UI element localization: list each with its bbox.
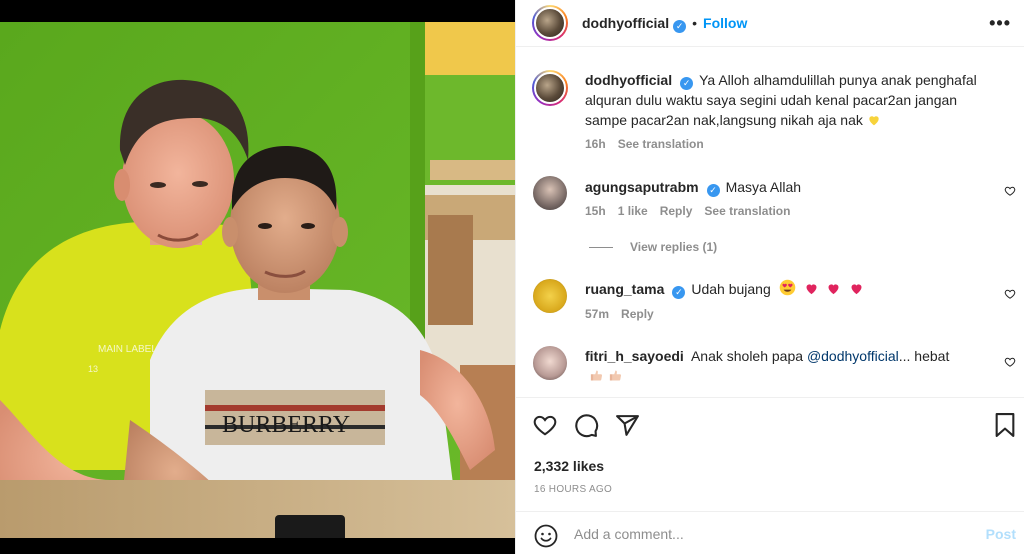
shirt-text-main-label: MAIN LABEL xyxy=(98,344,157,355)
comment-time[interactable]: 15h xyxy=(585,204,606,218)
comment-icon[interactable] xyxy=(574,413,599,438)
post-comment-button[interactable]: Post xyxy=(986,526,1016,542)
comment-meta: 57m Reply xyxy=(585,307,666,321)
caption-text: dodhyofficial ✓ Ya Alloh alhamdulillah pun… xyxy=(585,70,995,130)
caption-time[interactable]: 16h xyxy=(585,137,606,151)
post-header: dodhyofficial ✓ • Follow ••• xyxy=(516,0,1024,47)
like-comment-heart-icon[interactable] xyxy=(1004,356,1016,368)
comment-username[interactable]: ruang_tama xyxy=(585,281,664,297)
red-heart-emoji-icon xyxy=(806,284,817,295)
post-panel: dodhyofficial ✓ • Follow ••• dodhyofficial ✓… xyxy=(515,0,1024,554)
comment-avatar[interactable] xyxy=(533,176,567,210)
comment-likes[interactable]: 1 like xyxy=(618,204,648,218)
author-avatar[interactable] xyxy=(532,5,568,41)
view-replies-line xyxy=(589,246,613,248)
caption-avatar[interactable] xyxy=(532,70,568,106)
see-translation-link[interactable]: See translation xyxy=(618,137,704,151)
yellow-heart-icon xyxy=(869,116,879,126)
reply-button[interactable]: Reply xyxy=(660,204,693,218)
verified-badge-icon: ✓ xyxy=(706,184,720,197)
more-options-icon[interactable]: ••• xyxy=(989,13,1011,34)
verified-badge-icon: ✓ xyxy=(673,20,687,33)
comment-body: Masya Allah xyxy=(725,179,802,195)
follow-button[interactable]: Follow xyxy=(703,15,747,31)
red-heart-emoji-icon xyxy=(851,284,862,295)
comment-avatar[interactable] xyxy=(533,279,567,313)
view-replies-button[interactable]: View replies (1) xyxy=(589,240,717,254)
heart-eyes-emoji-icon xyxy=(779,279,795,296)
post-image: MAIN LABEL 13 BURBERRY xyxy=(0,0,515,554)
separator-dot: • xyxy=(692,15,698,31)
comment-text: ruang_tama ✓ Udah bujang xyxy=(585,279,864,299)
likes-count[interactable]: 2,332 likes xyxy=(534,458,604,474)
caption-username[interactable]: dodhyofficial xyxy=(585,72,672,88)
emoji-picker-icon[interactable] xyxy=(534,524,558,548)
post-photo[interactable]: MAIN LABEL 13 BURBERRY xyxy=(0,0,515,554)
comment-username[interactable]: fitri_h_sayoedi xyxy=(585,348,684,364)
like-comment-heart-icon[interactable] xyxy=(1004,288,1016,300)
shirt-text-brand: BURBERRY xyxy=(222,412,350,438)
mention-link[interactable]: @dodhyofficial xyxy=(807,348,899,364)
comment-meta: 15h 1 like Reply See translation xyxy=(585,204,802,218)
header-author-line: dodhyofficial ✓ • Follow xyxy=(582,15,747,33)
comment-input[interactable]: Add a comment... xyxy=(574,526,684,542)
post-time[interactable]: 16 HOURS AGO xyxy=(534,484,612,495)
see-translation-link[interactable]: See translation xyxy=(704,204,790,218)
like-comment-heart-icon[interactable] xyxy=(1004,185,1016,197)
shirt-text-number: 13 xyxy=(88,364,98,374)
comment-text: agungsaputrabm ✓ Masya Allah xyxy=(585,177,801,197)
caption-meta: 16h See translation xyxy=(585,137,716,151)
thumbs-up-emoji-icon xyxy=(609,370,621,381)
like-heart-icon[interactable] xyxy=(532,412,558,438)
comment-body: Anak sholeh papa xyxy=(690,348,804,364)
verified-badge-icon: ✓ xyxy=(680,77,694,90)
reply-button[interactable]: Reply xyxy=(621,307,654,321)
comment-body: Udah bujang xyxy=(691,281,771,297)
add-comment-bar: Add a comment... Post xyxy=(516,511,1024,554)
comment-avatar[interactable] xyxy=(533,346,567,380)
post-actions: 2,332 likes 16 HOURS AGO Add a comment..… xyxy=(516,397,1024,554)
comment-body-after: ... hebat xyxy=(898,348,950,364)
view-replies-label: View replies (1) xyxy=(630,240,718,254)
comment-text: fitri_h_sayoedi Anak sholeh papa @dodhyo… xyxy=(585,346,965,386)
red-heart-emoji-icon xyxy=(828,284,839,295)
thumbs-up-emoji-icon xyxy=(590,370,603,381)
author-username[interactable]: dodhyofficial xyxy=(582,15,669,31)
comment-username[interactable]: agungsaputrabm xyxy=(585,179,699,195)
comment-time[interactable]: 57m xyxy=(585,307,609,321)
verified-badge-icon: ✓ xyxy=(672,286,686,299)
share-icon[interactable] xyxy=(615,413,640,438)
save-bookmark-icon[interactable] xyxy=(994,413,1016,438)
